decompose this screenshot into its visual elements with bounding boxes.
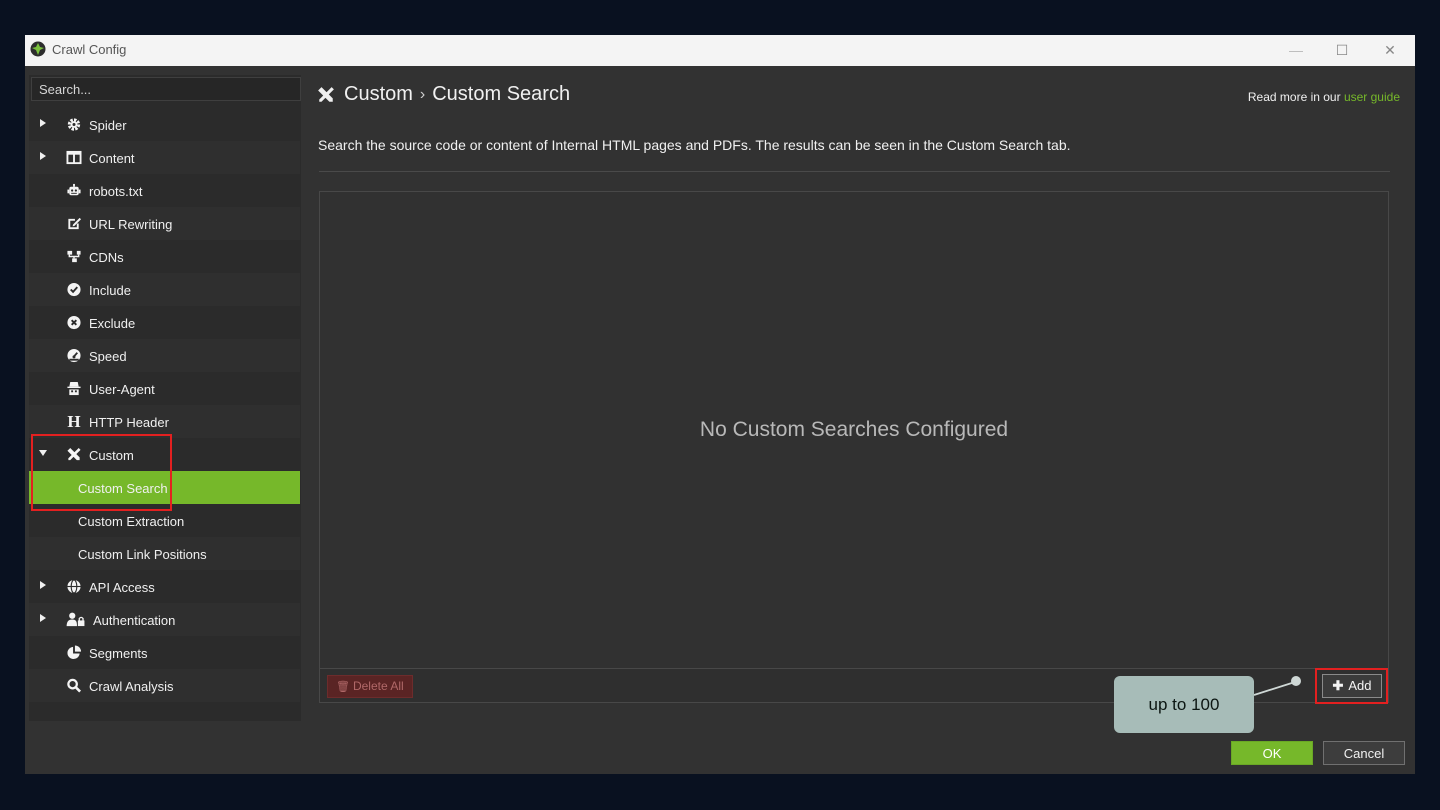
divider bbox=[319, 171, 1390, 172]
sidebar-item-label: HTTP Header bbox=[89, 415, 169, 430]
check-circle-icon bbox=[66, 282, 82, 297]
app-logo-icon bbox=[30, 41, 46, 57]
x-circle-icon bbox=[66, 315, 82, 330]
expand-arrow-icon[interactable] bbox=[40, 119, 46, 127]
sidebar-item-label: Exclude bbox=[89, 316, 136, 331]
sidebar-item-label: API Access bbox=[89, 580, 155, 595]
sidebar-item-label: Speed bbox=[89, 349, 127, 364]
sidebar-item-label: Crawl Analysis bbox=[89, 679, 174, 694]
sidebar-item-label: Custom Extraction bbox=[78, 514, 185, 529]
maximize-button[interactable]: ☐ bbox=[1319, 35, 1365, 66]
sidebar-item-content[interactable]: Content bbox=[29, 141, 300, 174]
sidebar-item-url-rewriting[interactable]: URL Rewriting bbox=[29, 207, 300, 240]
add-highlight-box bbox=[1315, 668, 1388, 704]
sidebar-item-authentication[interactable]: Authentication bbox=[29, 603, 300, 636]
breadcrumb-separator: › bbox=[419, 86, 426, 103]
read-more: Read more in our user guide bbox=[1248, 90, 1400, 104]
sidebar-item-spider[interactable]: Spider bbox=[29, 108, 300, 141]
ok-button[interactable]: OK bbox=[1231, 741, 1313, 765]
config-sidebar: Spider Content robots.txt URL Rewriting … bbox=[29, 75, 301, 721]
title-bar: Crawl Config — ☐ ✕ bbox=[25, 35, 1415, 66]
pie-chart-icon bbox=[66, 645, 82, 660]
speedometer-icon bbox=[66, 348, 82, 363]
edit-icon bbox=[66, 216, 82, 231]
sidebar-item-include[interactable]: Include bbox=[29, 273, 300, 306]
sidebar-item-api-access[interactable]: API Access bbox=[29, 570, 300, 603]
sidebar-item-label: Content bbox=[89, 151, 135, 166]
sidebar-item-label: User-Agent bbox=[89, 382, 155, 397]
window-title: Crawl Config bbox=[52, 42, 127, 57]
sidebar-item-label: Spider bbox=[89, 118, 127, 133]
sidebar-item-label: CDNs bbox=[89, 250, 124, 265]
sidebar-item-crawl-analysis[interactable]: Crawl Analysis bbox=[29, 669, 300, 702]
user-secret-icon bbox=[66, 381, 82, 396]
breadcrumb-root: Custom bbox=[344, 83, 413, 105]
custom-highlight-box bbox=[31, 434, 172, 511]
read-more-text: Read more in our bbox=[1247, 90, 1341, 104]
sidebar-item-label: Include bbox=[89, 283, 131, 298]
globe-icon bbox=[66, 579, 82, 594]
search-icon bbox=[66, 678, 82, 693]
sidebar-search-input[interactable] bbox=[31, 77, 301, 101]
page-title: Custom Search bbox=[432, 83, 571, 105]
sidebar-item-user-agent[interactable]: User-Agent bbox=[29, 372, 300, 405]
sidebar-item-exclude[interactable]: Exclude bbox=[29, 306, 300, 339]
tools-icon bbox=[318, 87, 334, 102]
header-icon: H bbox=[67, 412, 81, 431]
delete-all-button[interactable]: 🗑 Delete All bbox=[327, 675, 413, 698]
sidebar-item-speed[interactable]: Speed bbox=[29, 339, 300, 372]
robot-icon bbox=[66, 183, 82, 198]
user-guide-link[interactable]: user guide bbox=[1344, 90, 1400, 104]
gear-icon bbox=[66, 117, 82, 132]
sidebar-item-segments[interactable]: Segments bbox=[29, 636, 300, 669]
breadcrumb: Custom › Custom Search bbox=[344, 83, 570, 106]
close-button[interactable]: ✕ bbox=[1367, 35, 1413, 66]
minimize-button[interactable]: — bbox=[1273, 35, 1319, 66]
expand-arrow-icon[interactable] bbox=[40, 614, 46, 622]
sidebar-item-robots[interactable]: robots.txt bbox=[29, 174, 300, 207]
expand-arrow-icon[interactable] bbox=[40, 581, 46, 589]
sidebar-item-label: Segments bbox=[89, 646, 148, 661]
empty-state-message: No Custom Searches Configured bbox=[699, 418, 1009, 441]
annotation-callout: up to 100 bbox=[1114, 676, 1254, 733]
sidebar-item-label: Custom Link Positions bbox=[78, 547, 207, 562]
user-lock-icon bbox=[66, 612, 86, 627]
columns-icon bbox=[66, 150, 82, 165]
sidebar-item-label: URL Rewriting bbox=[89, 217, 173, 232]
custom-search-list: No Custom Searches Configured 🗑 Delete Al… bbox=[319, 191, 1389, 703]
callout-pointer bbox=[1253, 676, 1301, 696]
cancel-button[interactable]: Cancel bbox=[1323, 741, 1405, 765]
sidebar-item-custom-link-positions[interactable]: Custom Link Positions bbox=[29, 537, 300, 570]
sidebar-item-label: Authentication bbox=[93, 613, 176, 628]
crawl-config-window: Crawl Config — ☐ ✕ Spider Content robots… bbox=[25, 35, 1415, 774]
expand-arrow-icon[interactable] bbox=[40, 152, 46, 160]
sidebar-item-cdns[interactable]: CDNs bbox=[29, 240, 300, 273]
network-icon bbox=[66, 249, 82, 264]
page-description: Search the source code or content of Int… bbox=[318, 137, 1071, 153]
sidebar-item-label: robots.txt bbox=[89, 184, 143, 199]
trash-icon: 🗑 bbox=[336, 681, 350, 693]
delete-all-label: Delete All bbox=[352, 679, 404, 693]
